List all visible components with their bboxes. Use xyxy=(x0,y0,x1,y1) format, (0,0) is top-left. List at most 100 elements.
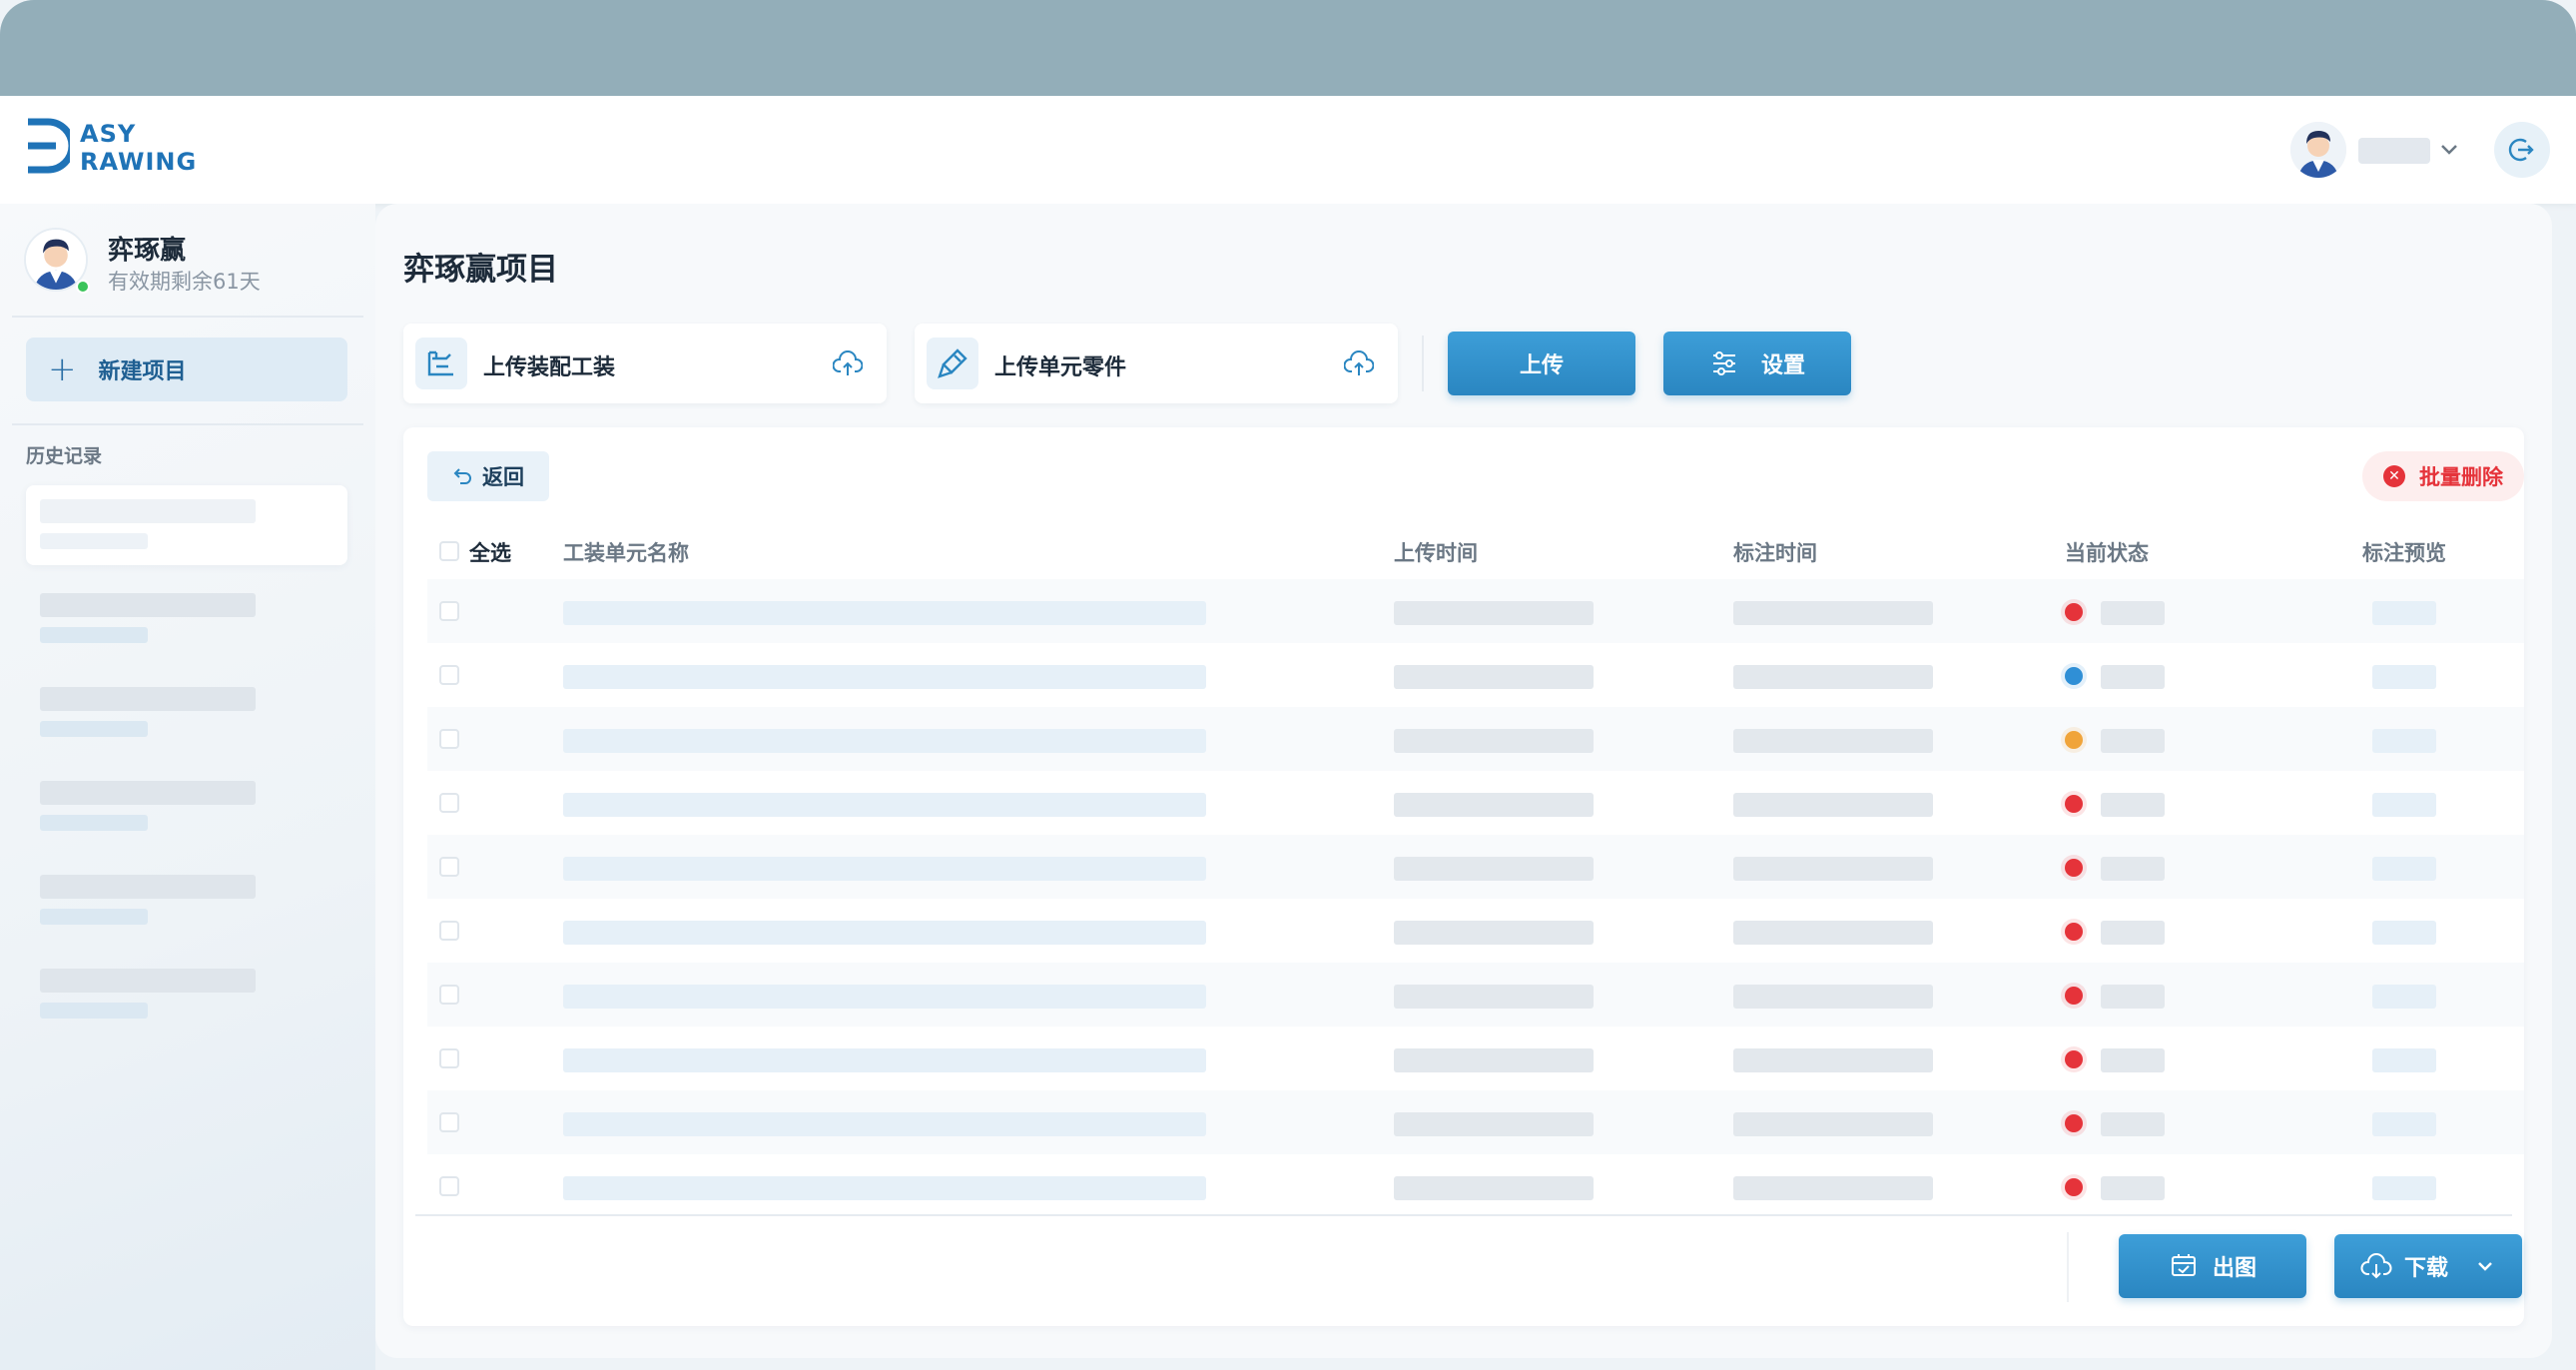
row-preview-placeholder[interactable] xyxy=(2372,793,2436,817)
column-header-name: 工装单元名称 xyxy=(563,541,689,565)
export-button[interactable]: 出图 xyxy=(2119,1234,2306,1298)
logout-button[interactable] xyxy=(2494,122,2550,178)
row-checkbox[interactable] xyxy=(439,1112,459,1132)
row-preview-placeholder[interactable] xyxy=(2372,857,2436,881)
row-preview-placeholder[interactable] xyxy=(2372,1176,2436,1200)
history-item[interactable] xyxy=(26,485,347,565)
row-annotate-time-placeholder xyxy=(1733,857,1933,881)
row-preview-placeholder[interactable] xyxy=(2372,985,2436,1009)
history-item[interactable] xyxy=(26,673,347,753)
row-annotate-time-placeholder xyxy=(1733,921,1933,945)
online-status-dot xyxy=(76,280,90,294)
page-title: 弈琢赢项目 xyxy=(403,252,558,288)
row-preview-placeholder[interactable] xyxy=(2372,1112,2436,1136)
row-checkbox[interactable] xyxy=(439,793,459,813)
row-annotate-time-placeholder xyxy=(1733,665,1933,689)
table-row[interactable] xyxy=(427,899,2524,963)
download-button[interactable]: 下载 xyxy=(2334,1234,2522,1298)
row-checkbox[interactable] xyxy=(439,601,459,621)
history-item[interactable] xyxy=(26,955,347,1034)
back-button-label: 返回 xyxy=(482,465,524,489)
row-preview-placeholder[interactable] xyxy=(2372,729,2436,753)
new-project-button[interactable]: + 新建项目 xyxy=(26,338,347,401)
select-all-checkbox[interactable] xyxy=(439,541,459,561)
table-row[interactable] xyxy=(427,707,2524,771)
row-checkbox[interactable] xyxy=(439,665,459,685)
back-button[interactable]: 返回 xyxy=(427,451,549,501)
history-item[interactable] xyxy=(26,861,347,941)
row-annotate-time-placeholder xyxy=(1733,729,1933,753)
row-preview-placeholder[interactable] xyxy=(2372,1048,2436,1072)
row-name-placeholder xyxy=(563,921,1206,945)
row-checkbox[interactable] xyxy=(439,1176,459,1196)
table-row[interactable] xyxy=(427,771,2524,835)
export-drawing-icon xyxy=(2171,1254,2196,1276)
chevron-down-icon[interactable] xyxy=(2436,136,2462,162)
row-status-placeholder xyxy=(2101,921,2165,945)
avatar-icon xyxy=(26,230,86,290)
history-item[interactable] xyxy=(26,579,347,659)
row-name-placeholder xyxy=(563,601,1206,625)
batch-delete-label: 批量删除 xyxy=(2419,465,2503,489)
table-row[interactable] xyxy=(427,643,2524,707)
close-circle-icon: ✕ xyxy=(2383,465,2405,487)
table-row[interactable] xyxy=(427,1090,2524,1154)
part-icon xyxy=(927,338,978,389)
history-item[interactable] xyxy=(26,767,347,847)
status-dot xyxy=(2065,667,2083,685)
upload-assembly-card[interactable]: 上传装配工装 xyxy=(403,324,887,403)
row-upload-time-placeholder xyxy=(1394,665,1594,689)
cloud-upload-icon[interactable] xyxy=(833,349,863,377)
row-checkbox[interactable] xyxy=(439,857,459,877)
window-top-band xyxy=(0,0,2576,96)
sidebar-divider xyxy=(12,316,363,318)
row-upload-time-placeholder xyxy=(1394,985,1594,1009)
row-upload-time-placeholder xyxy=(1394,857,1594,881)
plus-icon: + xyxy=(48,349,77,389)
table-row[interactable] xyxy=(427,835,2524,899)
avatar-icon xyxy=(2290,122,2346,178)
download-button-label: 下载 xyxy=(2403,1256,2448,1281)
row-checkbox[interactable] xyxy=(439,729,459,749)
chevron-down-icon[interactable] xyxy=(2474,1255,2496,1277)
table-row[interactable] xyxy=(427,1027,2524,1090)
row-status-placeholder xyxy=(2101,1048,2165,1072)
row-preview-placeholder[interactable] xyxy=(2372,601,2436,625)
row-annotate-time-placeholder xyxy=(1733,793,1933,817)
row-preview-placeholder[interactable] xyxy=(2372,665,2436,689)
settings-button[interactable]: 设置 xyxy=(1663,332,1851,395)
new-project-label: 新建项目 xyxy=(98,359,187,384)
toolbar-divider xyxy=(1422,336,1424,391)
row-checkbox[interactable] xyxy=(439,985,459,1005)
app-logo[interactable]: ASY RAWING xyxy=(26,118,206,178)
row-name-placeholder xyxy=(563,985,1206,1009)
table-row[interactable] xyxy=(427,963,2524,1027)
batch-delete-button[interactable]: ✕ 批量删除 xyxy=(2362,451,2524,501)
sidebar-username: 弈琢赢 xyxy=(108,236,187,266)
logo-line1: ASY xyxy=(80,120,137,148)
status-dot xyxy=(2065,603,2083,621)
column-header-upload-time: 上传时间 xyxy=(1394,541,1478,565)
upload-button[interactable]: 上传 xyxy=(1448,332,1635,395)
select-all-label[interactable]: 全选 xyxy=(469,537,511,567)
logout-icon xyxy=(2508,138,2534,162)
header-avatar[interactable] xyxy=(2290,122,2346,178)
status-dot xyxy=(2065,1050,2083,1068)
row-status-placeholder xyxy=(2101,793,2165,817)
upload-part-card[interactable]: 上传单元零件 xyxy=(915,324,1398,403)
row-checkbox[interactable] xyxy=(439,1048,459,1068)
status-dot xyxy=(2065,1178,2083,1196)
header-username-placeholder xyxy=(2358,138,2430,164)
row-name-placeholder xyxy=(563,857,1206,881)
footer-divider xyxy=(2067,1232,2069,1302)
row-name-placeholder xyxy=(563,1112,1206,1136)
upload-part-label: 上传单元零件 xyxy=(994,355,1127,380)
table-row[interactable] xyxy=(427,1154,2524,1218)
table-row[interactable] xyxy=(427,579,2524,643)
cloud-upload-icon[interactable] xyxy=(1344,349,1374,377)
row-status-placeholder xyxy=(2101,729,2165,753)
row-status-placeholder xyxy=(2101,665,2165,689)
row-checkbox[interactable] xyxy=(439,921,459,941)
row-status-placeholder xyxy=(2101,857,2165,881)
row-preview-placeholder[interactable] xyxy=(2372,921,2436,945)
